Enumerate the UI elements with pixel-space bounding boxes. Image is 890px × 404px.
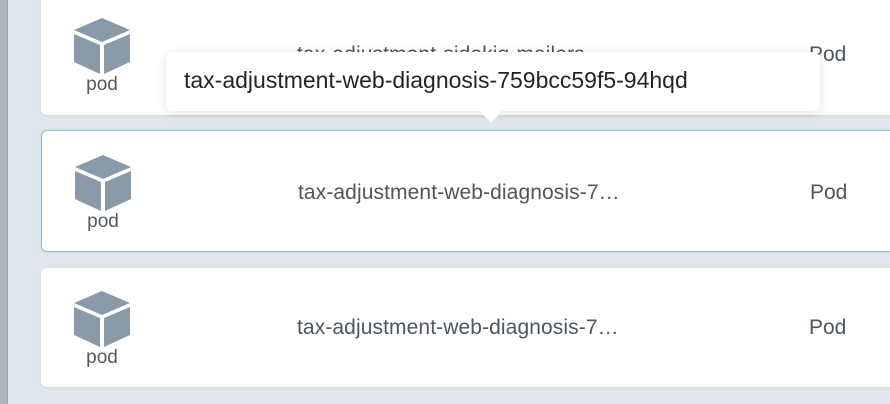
resource-card[interactable]: pod tax-adjustment-web-diagnosis-7… Pod xyxy=(41,268,890,387)
cube-icon xyxy=(75,155,131,211)
resource-type: Pod xyxy=(809,316,847,339)
resource-name[interactable]: tax-adjustment-web-diagnosis-7… xyxy=(298,181,620,205)
name-tooltip: tax-adjustment-web-diagnosis-759bcc59f5-… xyxy=(166,52,820,111)
kind-label: pod xyxy=(87,211,119,232)
kind-label: pod xyxy=(86,347,118,368)
kind-block: pod xyxy=(69,289,135,369)
cube-icon xyxy=(74,18,130,74)
kind-block: pod xyxy=(69,16,135,96)
resource-name[interactable]: tax-adjustment-web-diagnosis-7… xyxy=(297,316,619,340)
left-scroll-rail[interactable] xyxy=(0,0,8,404)
kind-block: pod xyxy=(70,153,136,233)
kind-label: pod xyxy=(86,74,118,95)
resource-type: Pod xyxy=(810,181,848,204)
cube-icon xyxy=(74,291,130,347)
resource-card-selected[interactable]: pod tax-adjustment-web-diagnosis-7… Pod xyxy=(41,130,890,252)
tooltip-arrow xyxy=(480,111,502,123)
resource-list: pod tax-adjustment-sidekiq-mailers Pod p… xyxy=(0,0,890,404)
